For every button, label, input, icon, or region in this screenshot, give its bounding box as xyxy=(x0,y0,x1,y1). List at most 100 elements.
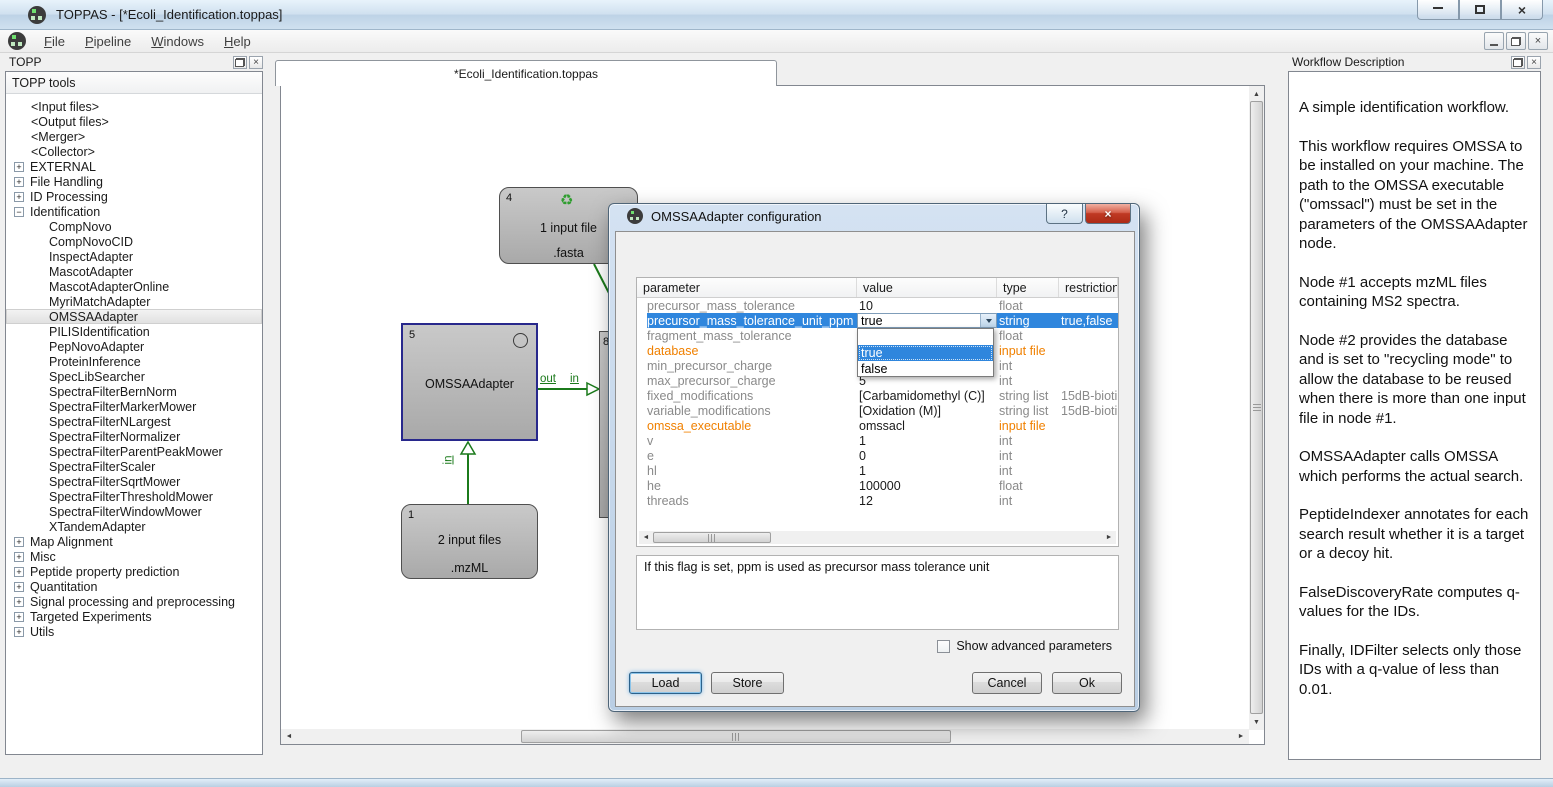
title-bar[interactable]: TOPPAS - [*Ecoli_Identification.toppas] … xyxy=(0,0,1553,30)
tree-item[interactable]: SpectraFilterParentPeakMower xyxy=(6,444,262,459)
tree-item[interactable]: + Quantitation xyxy=(6,579,262,594)
mdi-close-button[interactable]: × xyxy=(1528,32,1548,50)
tree-item[interactable]: SpectraFilterSqrtMower xyxy=(6,474,262,489)
tree-item[interactable]: <Output files> xyxy=(6,114,262,129)
tree-item[interactable]: MyriMatchAdapter xyxy=(6,294,262,309)
tree-item[interactable]: MascotAdapter xyxy=(6,264,262,279)
mdi-minimize-button[interactable] xyxy=(1484,32,1504,50)
table-horizontal-scrollbar[interactable]: ◄ ► xyxy=(639,531,1116,544)
workflow-node-omssa-adapter[interactable]: 5 OMSSAAdapter xyxy=(401,323,538,441)
tree-item[interactable]: <Collector> xyxy=(6,144,262,159)
tree-item[interactable]: MascotAdapterOnline xyxy=(6,279,262,294)
tree-expander-icon[interactable]: + xyxy=(14,552,24,562)
show-advanced-parameters-row[interactable]: Show advanced parameters xyxy=(937,639,1112,653)
parameter-value[interactable]: 10 xyxy=(857,299,997,313)
load-button[interactable]: Load xyxy=(629,672,702,694)
right-dock-titlebar[interactable]: Workflow Description × xyxy=(1288,53,1541,71)
mdi-restore-button[interactable] xyxy=(1506,32,1526,50)
parameter-row[interactable]: e 0 int xyxy=(637,448,1118,463)
column-header-value[interactable]: value xyxy=(857,278,997,297)
dropdown-option[interactable]: false xyxy=(858,361,993,377)
left-dock-titlebar[interactable]: TOPP × xyxy=(5,53,263,71)
store-button[interactable]: Store xyxy=(711,672,784,694)
tree-item[interactable]: + Utils xyxy=(6,624,262,639)
parameter-value[interactable]: [Carbamidomethyl (C)] xyxy=(857,389,997,403)
dialog-titlebar[interactable]: OMSSAAdapter configuration xyxy=(619,208,822,224)
tree-item[interactable]: − Identification xyxy=(6,204,262,219)
menu-item[interactable]: Pipeline xyxy=(75,31,141,52)
tree-item[interactable]: PepNovoAdapter xyxy=(6,339,262,354)
scroll-down-icon[interactable]: ▼ xyxy=(1249,716,1264,728)
tree-item[interactable]: <Input files> xyxy=(6,99,262,114)
menu-item[interactable]: Windows xyxy=(141,31,214,52)
tree-expander-icon[interactable]: + xyxy=(14,192,24,202)
tree-item[interactable]: CompNovoCID xyxy=(6,234,262,249)
parameter-row[interactable]: v 1 int xyxy=(637,433,1118,448)
column-header-type[interactable]: type xyxy=(997,278,1059,297)
tree-item[interactable]: SpectraFilterWindowMower xyxy=(6,504,262,519)
scrollbar-thumb[interactable] xyxy=(653,532,771,543)
tree-item[interactable]: <Merger> xyxy=(6,129,262,144)
workflow-tab[interactable]: *Ecoli_Identification.toppas xyxy=(275,60,777,86)
dock-close-button[interactable]: × xyxy=(249,56,263,69)
canvas-horizontal-scrollbar[interactable]: ◄ ► xyxy=(281,729,1249,744)
parameter-table[interactable]: parameter value type restrictions precur… xyxy=(636,277,1119,547)
tree-expander-icon[interactable]: + xyxy=(14,627,24,637)
parameter-row[interactable]: variable_modifications [Oxidation (M)] s… xyxy=(637,403,1118,418)
table-header[interactable]: parameter value type restrictions xyxy=(637,278,1118,298)
tree-item[interactable]: + Targeted Experiments xyxy=(6,609,262,624)
maximize-button[interactable] xyxy=(1459,0,1501,20)
tree-item[interactable]: SpecLibSearcher xyxy=(6,369,262,384)
dock-float-button[interactable] xyxy=(233,56,247,69)
parameter-value[interactable]: [Oxidation (M)] xyxy=(857,404,997,418)
tree-item[interactable]: + Peptide property prediction xyxy=(6,564,262,579)
ok-button[interactable]: Ok xyxy=(1052,672,1122,694)
tree-expander-icon[interactable]: + xyxy=(14,567,24,577)
parameter-row[interactable]: he 100000 float xyxy=(637,478,1118,493)
column-header-parameter[interactable]: parameter xyxy=(637,278,857,297)
parameter-value[interactable]: 0 xyxy=(857,449,997,463)
tree-item[interactable]: + Map Alignment xyxy=(6,534,262,549)
tree-item[interactable]: ProteinInference xyxy=(6,354,262,369)
scroll-left-icon[interactable]: ◄ xyxy=(641,531,651,544)
dock-close-button[interactable]: × xyxy=(1527,56,1541,69)
parameter-row[interactable]: omssa_executable omssacl input file xyxy=(637,418,1118,433)
show-advanced-checkbox[interactable] xyxy=(937,640,950,653)
tree-item[interactable]: SpectraFilterScaler xyxy=(6,459,262,474)
dropdown-option[interactable] xyxy=(858,329,993,345)
menu-item[interactable]: Help xyxy=(214,31,261,52)
tree-item[interactable]: + EXTERNAL xyxy=(6,159,262,174)
tree-item[interactable]: SpectraFilterMarkerMower xyxy=(6,399,262,414)
parameter-row[interactable]: hl 1 int xyxy=(637,463,1118,478)
dialog-help-button[interactable]: ? xyxy=(1046,204,1083,224)
parameter-value[interactable]: 12 xyxy=(857,494,997,508)
tree-item[interactable]: + Misc xyxy=(6,549,262,564)
column-header-restrictions[interactable]: restrictions xyxy=(1059,278,1118,297)
tree-item[interactable]: CompNovo xyxy=(6,219,262,234)
scroll-left-icon[interactable]: ◄ xyxy=(283,729,295,744)
tree-item[interactable]: + Signal processing and preprocessing xyxy=(6,594,262,609)
tree-item[interactable]: + ID Processing xyxy=(6,189,262,204)
tree-expander-icon[interactable]: + xyxy=(14,612,24,622)
minimize-button[interactable] xyxy=(1417,0,1459,20)
tree-expander-icon[interactable]: + xyxy=(14,162,24,172)
parameter-value[interactable]: omssacl xyxy=(857,419,997,433)
parameter-row[interactable]: fixed_modifications [Carbamidomethyl (C)… xyxy=(637,388,1118,403)
tree-item[interactable]: + File Handling xyxy=(6,174,262,189)
scrollbar-thumb[interactable] xyxy=(521,730,951,743)
scroll-up-icon[interactable]: ▲ xyxy=(1249,88,1264,100)
value-combobox[interactable]: true xyxy=(857,313,997,328)
tree-expander-icon[interactable]: − xyxy=(14,207,24,217)
parameter-row[interactable]: precursor_mass_tolerance 10 float xyxy=(637,298,1118,313)
workflow-node-mzml-input[interactable]: 1 2 input files .mzML xyxy=(401,504,538,579)
scroll-right-icon[interactable]: ► xyxy=(1104,531,1114,544)
canvas-vertical-scrollbar[interactable]: ▲ ▼ xyxy=(1249,86,1264,730)
tree-item[interactable]: PILISIdentification xyxy=(6,324,262,339)
tree-item[interactable]: OMSSAAdapter xyxy=(6,309,262,324)
close-button[interactable]: × xyxy=(1501,0,1543,20)
tree-expander-icon[interactable]: + xyxy=(14,582,24,592)
tree-item[interactable]: XTandemAdapter xyxy=(6,519,262,534)
tree-item[interactable]: SpectraFilterBernNorm xyxy=(6,384,262,399)
menu-item[interactable]: File xyxy=(34,31,75,52)
tree-expander-icon[interactable]: + xyxy=(14,597,24,607)
